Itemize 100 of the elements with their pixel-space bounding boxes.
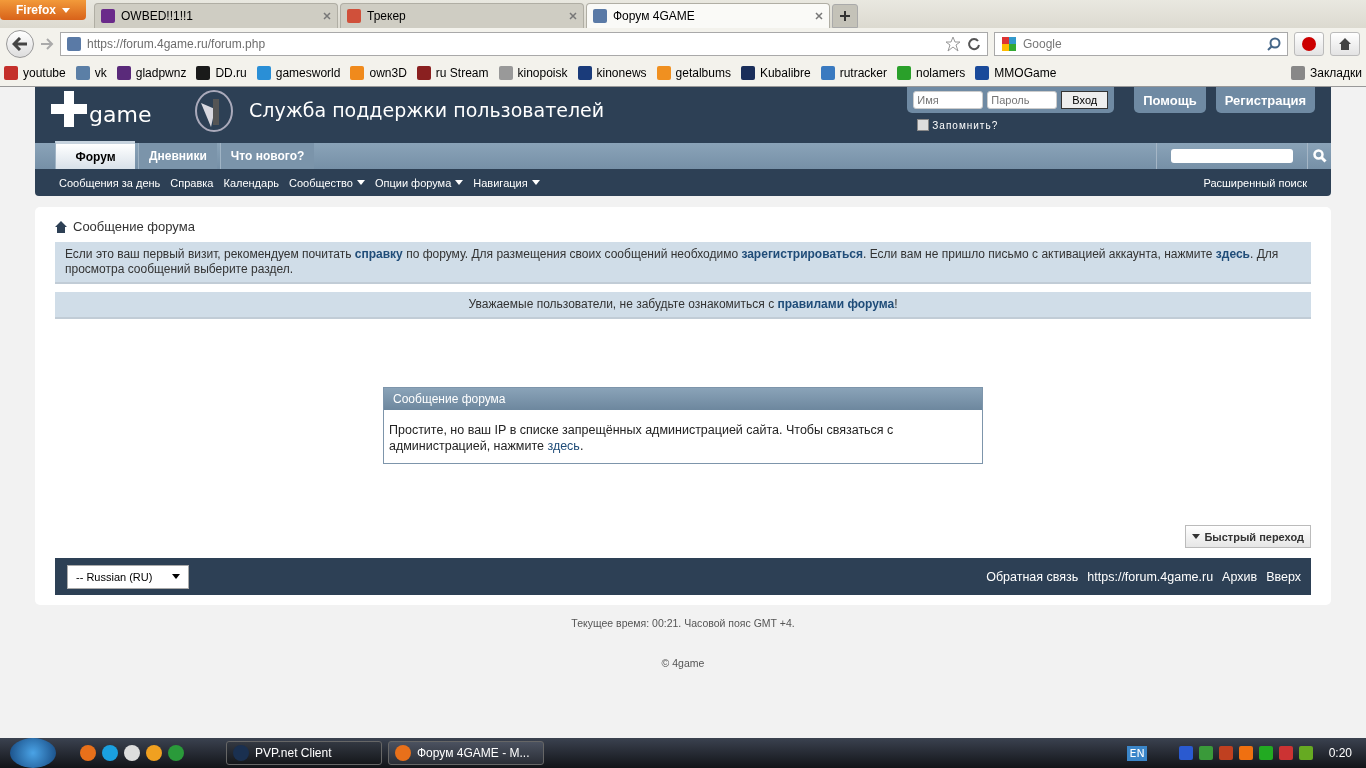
- tray-icon[interactable]: [1258, 746, 1273, 760]
- quick-jump-button[interactable]: Быстрый переход: [1185, 525, 1311, 548]
- nav-link[interactable]: Опции форума: [374, 176, 464, 189]
- favicon-icon: [101, 9, 115, 23]
- tray-icon[interactable]: [1198, 746, 1213, 760]
- header-button[interactable]: Помощь: [1134, 87, 1206, 113]
- browser-tab[interactable]: OWBED!!1!!1: [94, 3, 338, 28]
- app-icon[interactable]: [146, 745, 162, 761]
- message-link[interactable]: здесь: [547, 438, 580, 453]
- search-icon: [1312, 149, 1327, 163]
- caret-icon: [62, 7, 70, 13]
- copyright-text: © 4game: [660, 657, 706, 669]
- caret-icon: [531, 180, 540, 185]
- tab-title: Форум 4GAME: [613, 9, 696, 23]
- password-field[interactable]: Пароль: [987, 91, 1058, 109]
- taskbar-window[interactable]: PVP.net Client: [226, 741, 382, 765]
- logo-icon: [51, 91, 87, 127]
- close-icon[interactable]: [323, 12, 331, 20]
- bookmark-link[interactable]: vk: [75, 66, 107, 80]
- login-button[interactable]: Вход: [1061, 91, 1109, 109]
- tray-icon[interactable]: [1218, 746, 1233, 760]
- language-indicator[interactable]: EN: [1127, 745, 1147, 761]
- logo-text: game: [89, 102, 152, 127]
- nav-tab[interactable]: Форум: [55, 141, 135, 169]
- notice-text: Уважаемые пользователи, не забудьте ознакомиться с правилами форума!: [55, 292, 1311, 319]
- home-icon: [1338, 37, 1352, 51]
- app-icon[interactable]: [80, 745, 96, 761]
- nav-link[interactable]: Справка: [170, 176, 214, 189]
- tab-title: OWBED!!1!!1: [121, 9, 195, 23]
- time-text: Текущее время: 00:21. Часовой пояс GMT +4.: [570, 617, 796, 629]
- search-input[interactable]: [1171, 149, 1293, 163]
- message-title: Сообщение форума: [384, 387, 982, 410]
- close-icon[interactable]: [815, 12, 823, 20]
- bookmark-link[interactable]: kinonews: [577, 66, 647, 80]
- address-bar[interactable]: https://forum.4game.ru/forum.php: [60, 32, 988, 56]
- message-text: Простите, но ваш IP в списке запрещённых администрацией сайта. Чтобы связаться с администрацией, нажмите здесь.: [388, 421, 895, 455]
- url-text: https://forum.4game.ru/forum.php: [87, 37, 266, 51]
- bookmark-link[interactable]: getalbums: [656, 66, 731, 80]
- nav-link[interactable]: Сообщество: [289, 176, 365, 189]
- browser-tab[interactable]: Форум 4GAME: [586, 3, 830, 28]
- footer-link[interactable]: Вверх: [1266, 569, 1301, 584]
- bookmark-link[interactable]: kinopoisk: [498, 66, 568, 80]
- remember-checkbox[interactable]: [917, 119, 930, 131]
- bookmark-link[interactable]: own3D: [350, 66, 407, 80]
- browser-tab[interactable]: Трекер: [340, 3, 584, 28]
- notice-link[interactable]: зарегистрироваться: [741, 247, 863, 261]
- tray-icon[interactable]: [1178, 746, 1193, 760]
- google-icon: [1001, 36, 1017, 52]
- back-button[interactable]: [6, 30, 34, 58]
- username-field[interactable]: Имя: [913, 91, 984, 109]
- bookmark-link[interactable]: Kubalibre: [740, 66, 811, 80]
- bookmark-link[interactable]: rutracker: [820, 66, 887, 80]
- nav-link[interactable]: Сообщения за день: [59, 176, 161, 189]
- plus-icon: [839, 10, 851, 22]
- bookmark-link[interactable]: gladpwnz: [116, 66, 187, 80]
- tray-icon[interactable]: [1238, 746, 1253, 760]
- notice-text: Если это ваш первый визит, рекомендуем почитать справку по форуму. Для размещения своих сообщений необходимо зарегистрироваться. Если вам не пришло письмо с активацией аккаунта, нажмите здесь. Для просмотра сообщений выберите раздел.: [55, 242, 1311, 284]
- clock: 0:20: [1328, 746, 1352, 760]
- tray-icon[interactable]: [1278, 746, 1293, 760]
- remember-label: Запомнить?: [932, 119, 999, 131]
- footer-link[interactable]: Архив: [1222, 569, 1258, 584]
- adblock-button[interactable]: [1294, 32, 1324, 56]
- tray-icon[interactable]: [1298, 746, 1313, 760]
- bookmark-link[interactable]: youtube: [4, 66, 66, 80]
- caret-icon: [172, 574, 180, 579]
- nav-link[interactable]: Навигация: [473, 176, 540, 189]
- bookmarks-menu[interactable]: Закладки: [1291, 66, 1362, 80]
- bookmark-link[interactable]: nolamers: [897, 66, 966, 80]
- home-button[interactable]: [1330, 32, 1360, 56]
- app-icon[interactable]: [102, 745, 118, 761]
- header-button[interactable]: Регистрация: [1215, 87, 1315, 113]
- bookmark-link[interactable]: gamesworld: [256, 66, 341, 80]
- search-placeholder: Google: [1023, 37, 1063, 51]
- breadcrumb: Сообщение форума: [73, 219, 195, 234]
- advanced-search-link[interactable]: Расширенный поиск: [1203, 176, 1307, 189]
- bookmark-link[interactable]: DD.ru: [196, 66, 247, 80]
- close-icon[interactable]: [569, 12, 577, 20]
- taskbar-window[interactable]: Форум 4GAME - M...: [388, 741, 544, 765]
- footer-link[interactable]: Обратная связь: [986, 569, 1079, 584]
- search-field[interactable]: Google: [994, 32, 1288, 56]
- reload-icon[interactable]: [967, 37, 981, 51]
- caret-icon: [356, 180, 365, 185]
- app-icon[interactable]: [124, 745, 140, 761]
- search-icon[interactable]: [1267, 37, 1281, 51]
- bookmark-link[interactable]: ru Stream: [416, 66, 489, 80]
- start-button[interactable]: [10, 738, 56, 768]
- notice-link[interactable]: здесь: [1215, 247, 1250, 261]
- star-icon[interactable]: [945, 36, 961, 52]
- caret-icon: [455, 180, 464, 185]
- language-select[interactable]: -- Russian (RU): [67, 564, 189, 589]
- caret-icon: [1192, 534, 1201, 539]
- site-icon: [67, 37, 81, 51]
- footer-link[interactable]: https://forum.4game.ru: [1087, 569, 1214, 584]
- home-icon[interactable]: [55, 220, 67, 233]
- bookmark-link[interactable]: MMOGame: [975, 66, 1057, 80]
- favicon-icon: [347, 9, 361, 23]
- nav-link[interactable]: Календарь: [223, 176, 279, 189]
- new-tab-button[interactable]: [832, 4, 858, 28]
- favicon-icon: [593, 9, 607, 23]
- notice-link[interactable]: справку: [354, 247, 403, 261]
